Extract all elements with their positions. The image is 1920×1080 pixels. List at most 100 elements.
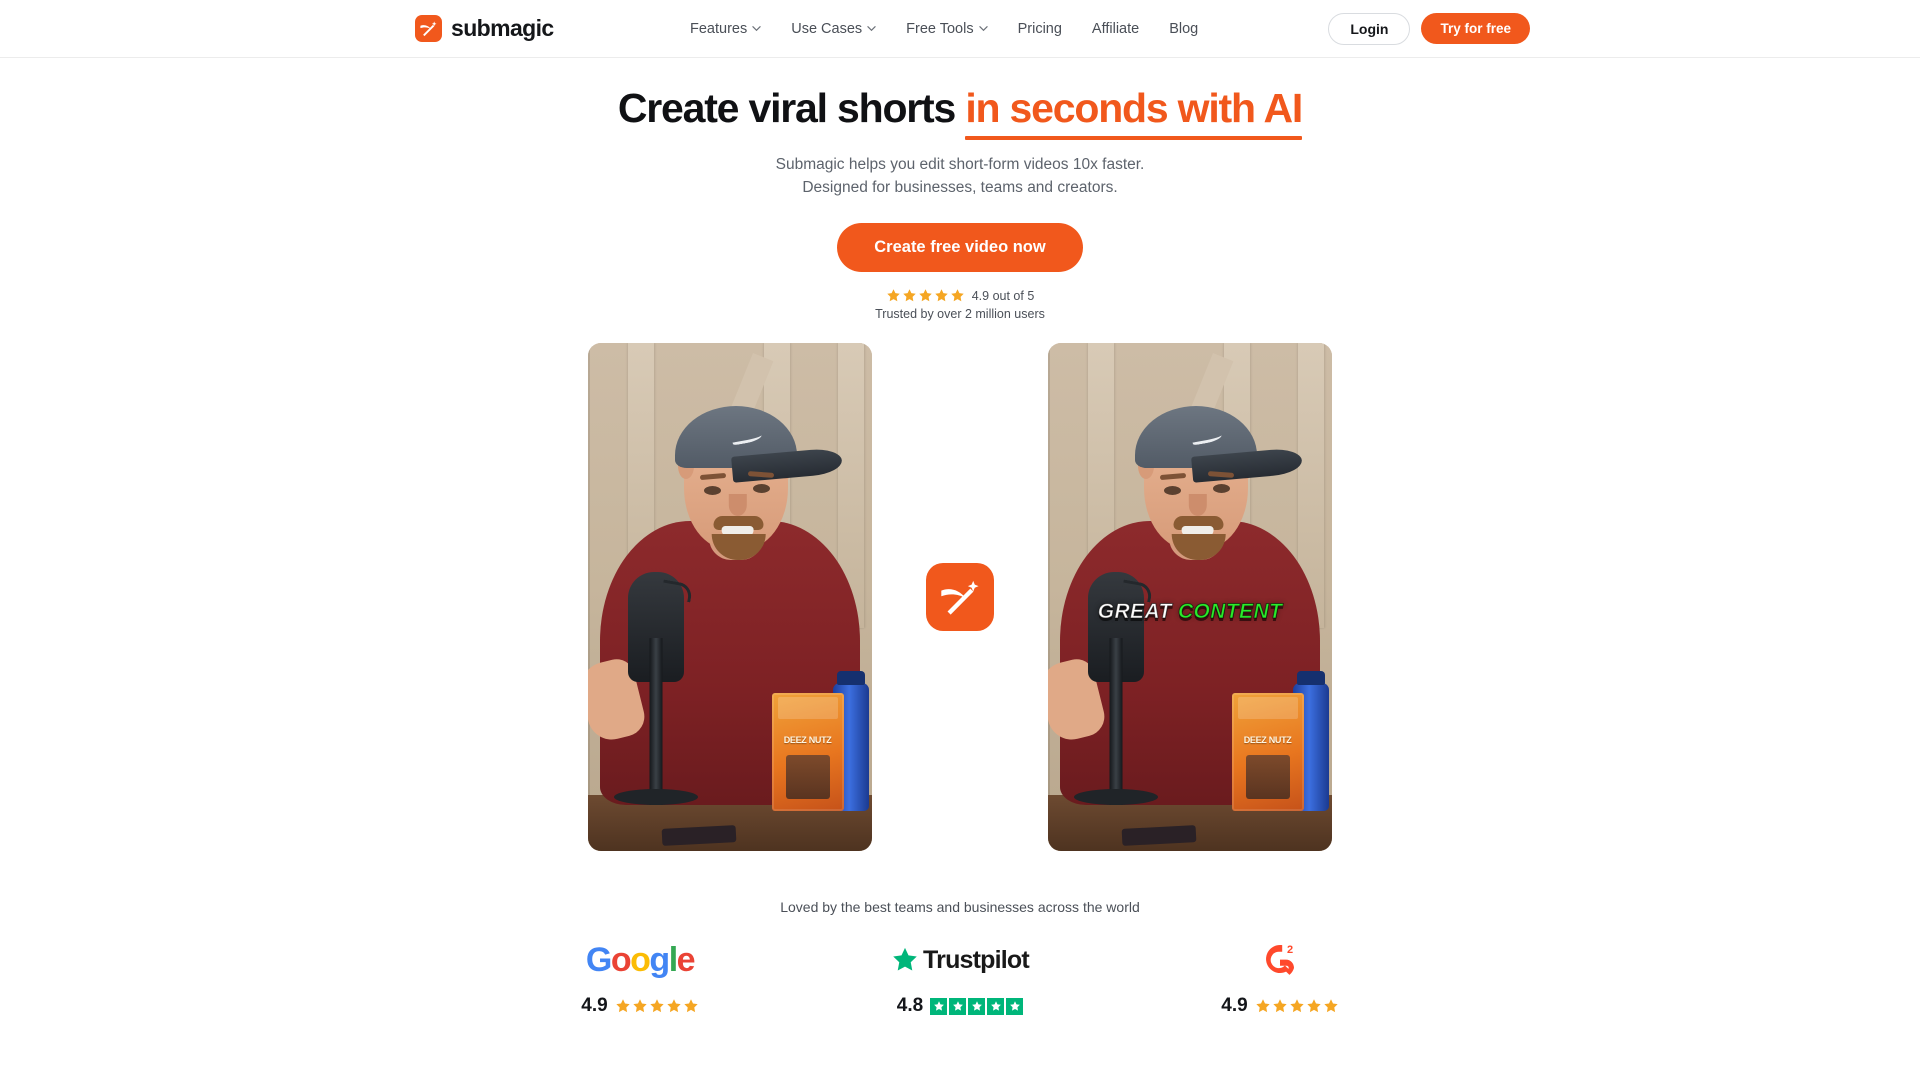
product-box-top — [1237, 696, 1298, 719]
social-proof-caption: Loved by the best teams and businesses a… — [780, 899, 1140, 916]
person-head — [1134, 405, 1303, 560]
g2-stars — [1255, 998, 1339, 1014]
headline-plain: Create viral shorts — [617, 85, 966, 131]
google-logo-icon: Google — [585, 939, 696, 981]
video-scene: DEEZ NUTZ — [588, 343, 872, 852]
person-eyebrow — [699, 472, 726, 481]
google-letter: l — [668, 940, 678, 979]
product-box: DEEZ NUTZ — [771, 692, 844, 811]
submagic-wand-icon — [415, 15, 442, 42]
site-header: submagic Features Use Cases Free Tools P… — [0, 0, 1920, 58]
star-icon — [633, 999, 647, 1013]
nav-item-free-tools[interactable]: Free Tools — [906, 20, 988, 37]
rating-value-label: 4.9 out of 5 — [971, 288, 1035, 303]
hero-section: Create viral shorts in seconds with AI S… — [0, 58, 1920, 1017]
google-letter: o — [610, 940, 632, 979]
google-score: 4.9 — [581, 995, 608, 1017]
google-letter: g — [649, 940, 670, 979]
caption-word-1: GREAT — [1097, 599, 1172, 623]
phone-on-desk — [1121, 824, 1197, 846]
star-icon — [1273, 999, 1287, 1013]
star-icon — [1324, 999, 1338, 1013]
person-eyebrow — [1159, 472, 1186, 481]
trustpilot-score-row: 4.8 — [896, 995, 1024, 1017]
star-icon — [902, 289, 916, 302]
g2-score: 4.9 — [1221, 995, 1248, 1017]
brand-logo[interactable]: submagic — [415, 15, 554, 42]
page-title: Create viral shorts in seconds with AI — [0, 85, 1920, 140]
review-badge-google[interactable]: Google 4.9 — [480, 939, 800, 1017]
g2-logo-icon: 2 — [1260, 939, 1300, 981]
person-eye — [703, 485, 721, 495]
person-eye — [1163, 485, 1181, 495]
g2-superscript: 2 — [1287, 944, 1293, 956]
nav-label: Free Tools — [906, 20, 974, 37]
microphone-base — [1074, 789, 1159, 806]
trustpilot-star-box — [968, 997, 986, 1015]
trustpilot-star-box — [1006, 997, 1024, 1015]
star-icon — [650, 999, 664, 1013]
nav-item-features[interactable]: Features — [690, 21, 761, 37]
submagic-badge-icon — [926, 563, 994, 632]
google-letter: o — [630, 940, 651, 979]
bottle-cap — [1297, 670, 1326, 685]
subhead-line-1: Submagic helps you edit short-form video… — [775, 155, 1145, 173]
trustpilot-star-box — [949, 997, 967, 1015]
video-before[interactable]: DEEZ NUTZ — [588, 343, 872, 852]
trustpilot-star-icon — [893, 947, 917, 971]
person-eye — [1212, 483, 1230, 493]
person-eye — [752, 483, 770, 493]
create-free-video-button[interactable]: Create free video now — [837, 223, 1083, 273]
review-badge-trustpilot[interactable]: Trustpilot 4.8 — [800, 939, 1120, 1017]
star-icon — [684, 999, 698, 1013]
chevron-down-icon — [867, 26, 876, 32]
nav-item-blog[interactable]: Blog — [1169, 21, 1198, 37]
star-icon — [1307, 999, 1321, 1013]
nav-item-use-cases[interactable]: Use Cases — [791, 21, 876, 37]
header-actions: Login Try for free — [1328, 12, 1530, 45]
google-letter: e — [676, 940, 696, 979]
product-box-image — [785, 754, 830, 799]
review-badges: Google 4.9 Trustpilot 4.8 2 4.9 — [0, 939, 1920, 1017]
google-wordmark: Google — [585, 940, 696, 980]
trustpilot-score: 4.8 — [896, 995, 924, 1017]
product-box: DEEZ NUTZ — [1231, 692, 1304, 811]
video-after[interactable]: DEEZ NUTZ GREAT CONTENT — [1048, 343, 1332, 852]
trustpilot-logo-icon: Trustpilot — [891, 939, 1030, 981]
nav-label: Use Cases — [791, 20, 863, 37]
google-letter: G — [585, 940, 612, 979]
person-nose — [728, 493, 747, 516]
phone-on-desk — [661, 824, 737, 846]
microphone-stem — [1109, 637, 1123, 806]
nav-label: Features — [690, 20, 748, 37]
bottle-cap — [837, 670, 866, 685]
g2-score-row: 4.9 — [1221, 995, 1338, 1017]
trustpilot-star-box — [930, 997, 948, 1015]
product-box-top — [777, 696, 838, 719]
chevron-down-icon — [978, 26, 988, 32]
social-proof-section: Loved by the best teams and businesses a… — [0, 899, 1920, 1017]
hero-rating: 4.9 out of 5 — [0, 288, 1920, 303]
login-button[interactable]: Login — [1328, 12, 1411, 45]
video-caption-overlay: GREAT CONTENT — [1048, 599, 1332, 624]
review-badge-g2[interactable]: 2 4.9 — [1120, 939, 1440, 1017]
star-icon — [1256, 999, 1270, 1013]
nav-item-affiliate[interactable]: Affiliate — [1092, 21, 1139, 37]
star-icon — [1290, 999, 1304, 1013]
try-for-free-button[interactable]: Try for free — [1421, 13, 1530, 44]
trustpilot-wordmark: Trustpilot — [923, 945, 1030, 974]
person-nose — [1188, 493, 1207, 516]
hero-subheadline: Submagic helps you edit short-form video… — [0, 154, 1920, 199]
trustpilot-star-box — [987, 997, 1005, 1015]
caption-word-2: CONTENT — [1177, 599, 1283, 623]
product-box-label: DEEZ NUTZ — [1243, 734, 1292, 745]
star-icon — [886, 289, 900, 302]
star-icon — [918, 289, 932, 302]
headline-accent: in seconds with AI — [965, 85, 1303, 140]
rating-stars — [886, 288, 965, 303]
product-box-image — [1245, 754, 1290, 799]
cta-container: Create free video now — [0, 223, 1920, 273]
main-nav: Features Use Cases Free Tools Pricing Af… — [690, 21, 1198, 37]
nav-item-pricing[interactable]: Pricing — [1018, 21, 1062, 37]
star-icon — [934, 289, 948, 302]
